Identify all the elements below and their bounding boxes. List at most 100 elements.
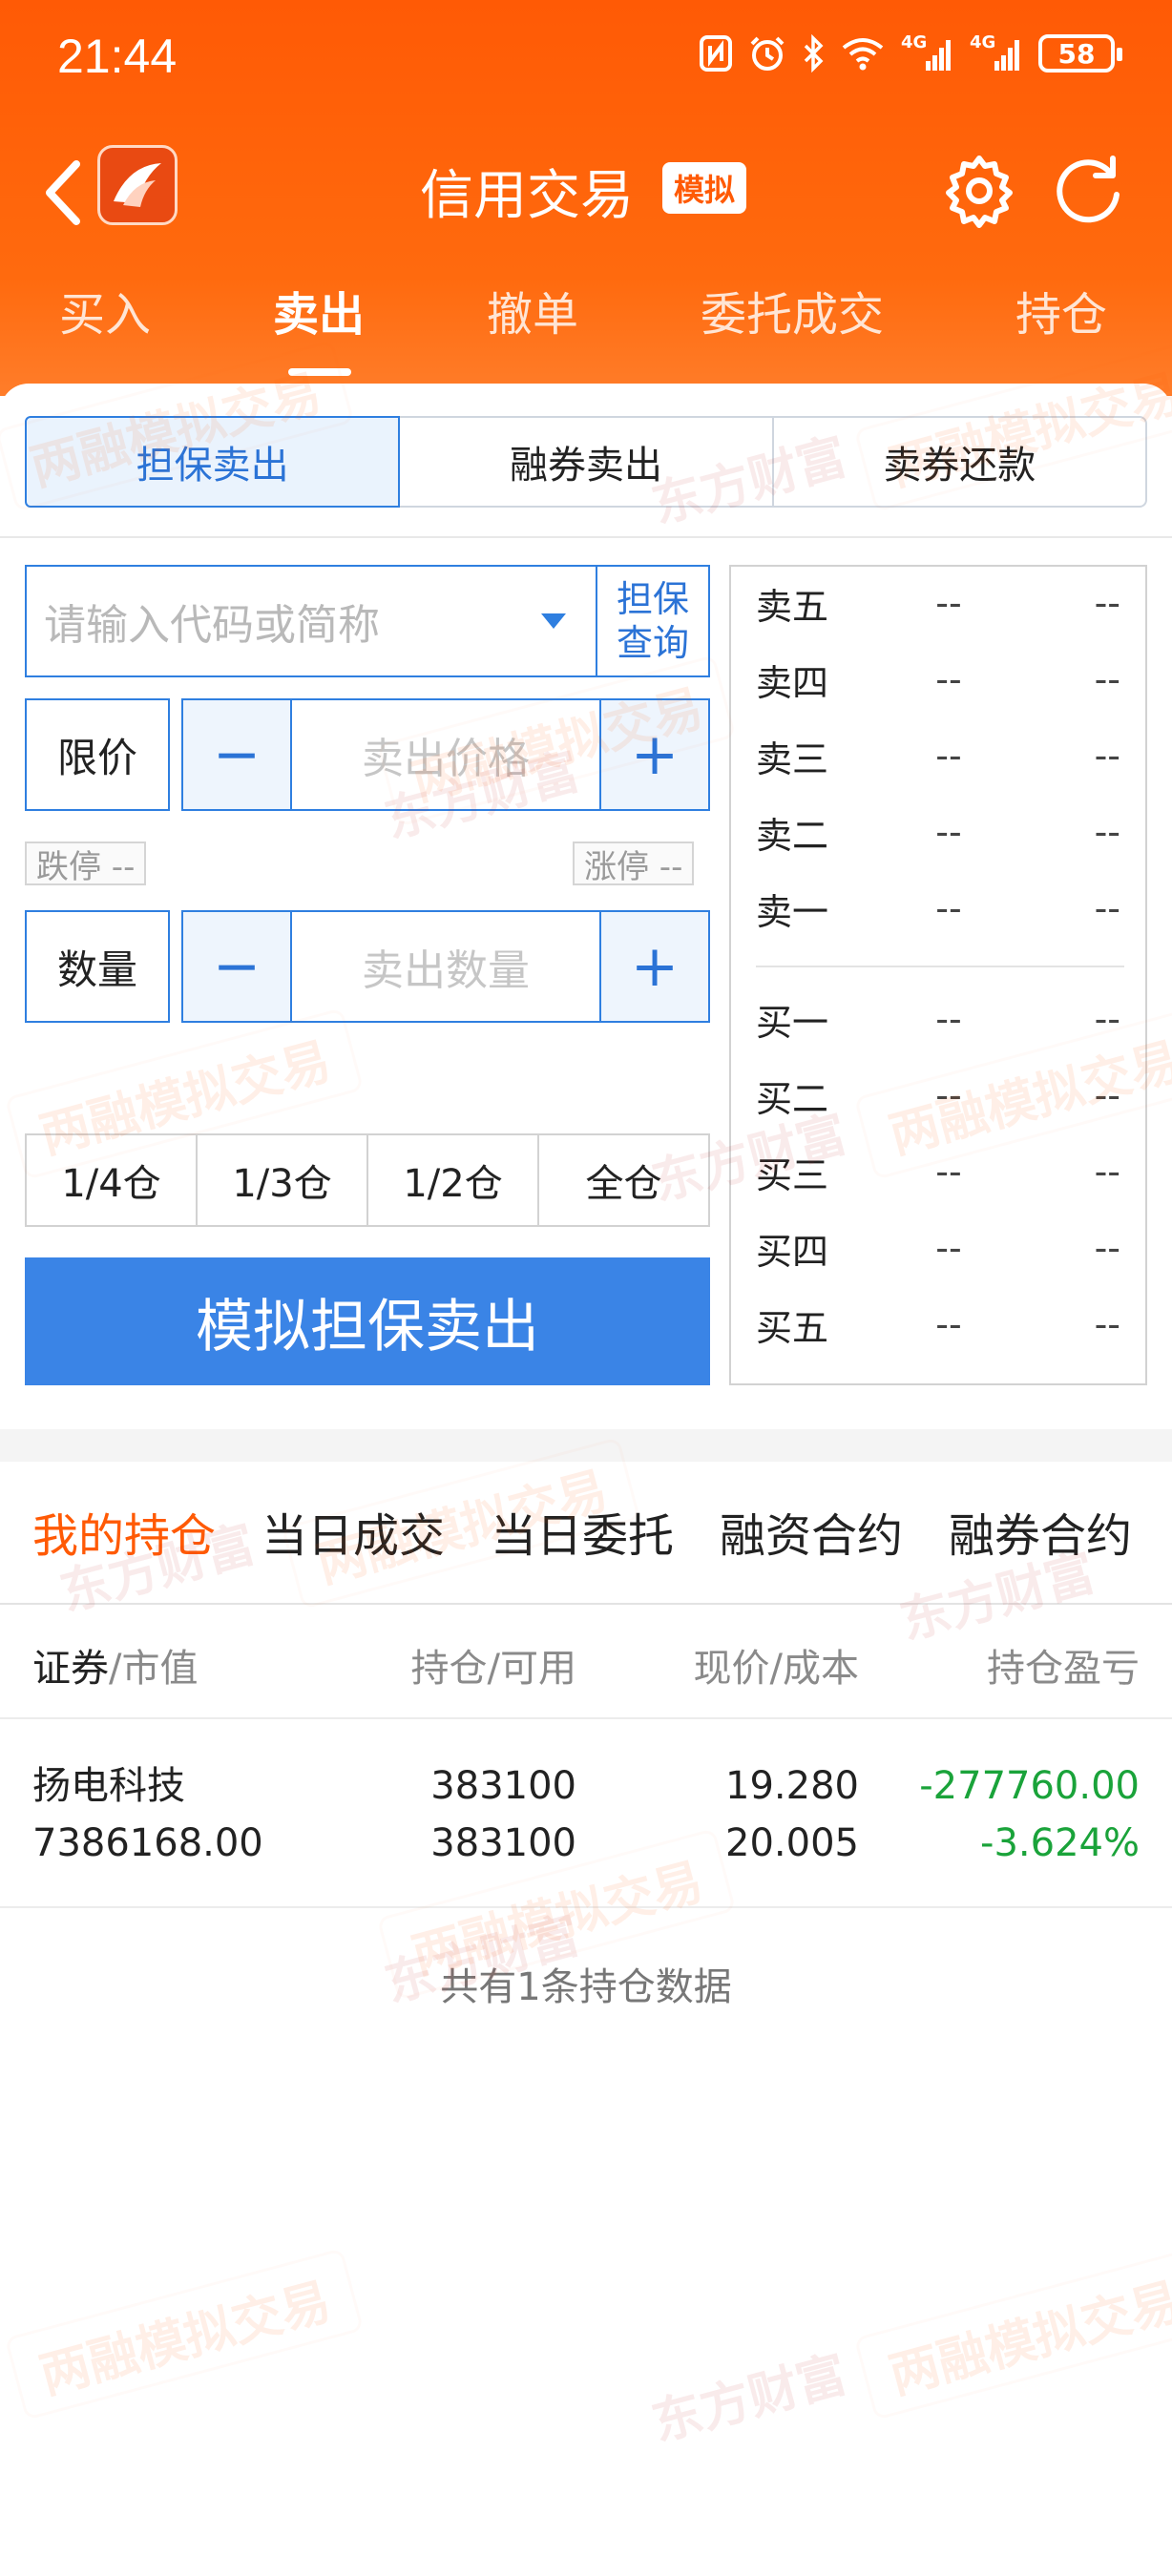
ask-price[interactable]: -- xyxy=(893,811,1004,853)
query-label-line1: 担保 xyxy=(616,578,689,620)
code-placeholder[interactable]: 请输入代码或简称 xyxy=(27,567,512,675)
quantity-input[interactable]: 卖出数量 xyxy=(292,912,599,1021)
quantity-stepper: − 卖出数量 + xyxy=(181,910,710,1023)
header-security: 证券/市值 xyxy=(32,1637,198,1693)
limit-down-tag[interactable]: 跌停 -- xyxy=(25,841,147,886)
alarm-icon xyxy=(750,36,785,71)
bid-price[interactable]: -- xyxy=(893,1303,1004,1345)
bid-price[interactable]: -- xyxy=(893,998,1004,1040)
quantity-decrease-button[interactable]: − xyxy=(183,912,292,1021)
watermark: 两融模拟交易 xyxy=(854,2248,1172,2420)
header-holding: 持仓/可用 xyxy=(410,1647,576,1691)
header-security-label: 证券 xyxy=(32,1647,109,1691)
price-type-selector[interactable]: 限价 xyxy=(25,698,170,811)
watermark: 东方财富 xyxy=(646,2345,853,2453)
cost-price: 20.005 xyxy=(725,1821,859,1865)
page-title: 信用交易 xyxy=(420,165,634,227)
bid-level-label: 买一 xyxy=(756,1001,829,1044)
app-header: 21:44 4G 4G 58 信用交易 模拟 买入 卖出 撤单 委托成交 持仓 xyxy=(0,0,1172,396)
positions-table-header: 证券/市值 持仓/可用 现价/成本 持仓盈亏 xyxy=(0,1630,1172,1696)
gear-icon[interactable] xyxy=(941,153,1017,229)
tab-sell[interactable]: 卖出 xyxy=(273,277,365,343)
ask-level-label: 卖五 xyxy=(756,585,829,628)
main-card: 担保卖出 融券卖出 卖券还款 请输入代码或简称 担保 查询 限价 − 卖出价格 … xyxy=(0,364,1172,2576)
tab-cancel[interactable]: 撤单 xyxy=(487,277,578,343)
status-time: 21:44 xyxy=(57,30,178,83)
bid-price[interactable]: -- xyxy=(893,1227,1004,1269)
divider xyxy=(0,1717,1172,1719)
query-label-line2: 查询 xyxy=(616,622,689,664)
wifi-icon xyxy=(842,38,884,71)
order-book-row: 卖四 -- -- xyxy=(731,641,1145,717)
bid-level-label: 买四 xyxy=(756,1230,829,1273)
order-book: 卖五 -- -- 卖四 -- -- 卖三 -- -- 卖二 -- -- 卖一 -… xyxy=(729,565,1147,1385)
order-book-row: 买五 -- -- xyxy=(731,1286,1145,1362)
header-market-value-label: /市值 xyxy=(109,1647,199,1691)
order-book-row: 卖三 -- -- xyxy=(731,717,1145,794)
tab-orders-fills[interactable]: 委托成交 xyxy=(701,277,884,343)
ask-volume: -- xyxy=(1094,582,1120,624)
back-icon[interactable] xyxy=(34,155,92,231)
stock-code-input[interactable]: 请输入代码或简称 担保 查询 xyxy=(25,565,710,677)
title-bar: 信用交易 模拟 xyxy=(0,124,1172,248)
quantity-increase-button[interactable]: + xyxy=(599,912,708,1021)
current-price: 19.280 xyxy=(725,1764,859,1808)
third-position-button[interactable]: 1/3仓 xyxy=(198,1135,368,1225)
signal-icon xyxy=(926,40,951,71)
market-value: 7386168.00 xyxy=(32,1821,263,1865)
security-name: 扬电科技 xyxy=(32,1764,185,1808)
signal-icon xyxy=(994,40,1019,71)
holding-qty: 383100 xyxy=(430,1764,576,1808)
ask-volume: -- xyxy=(1094,735,1120,777)
signal-1: 4G xyxy=(901,32,954,73)
simulation-badge: 模拟 xyxy=(662,162,747,214)
caret-down-icon xyxy=(541,613,566,629)
refresh-icon[interactable] xyxy=(1050,153,1126,229)
ask-volume: -- xyxy=(1094,811,1120,853)
ask-price[interactable]: -- xyxy=(893,658,1004,700)
header-price: 现价/成本 xyxy=(693,1647,859,1691)
status-icons: 4G 4G 58 xyxy=(699,32,1122,73)
dropdown-button[interactable] xyxy=(512,567,597,675)
limit-up-tag[interactable]: 涨停 -- xyxy=(573,841,695,886)
nfc-icon xyxy=(700,35,732,72)
ask-price[interactable]: -- xyxy=(893,887,1004,929)
divider xyxy=(0,536,1172,538)
bid-level-label: 买五 xyxy=(756,1306,829,1349)
ask-level-label: 卖三 xyxy=(756,737,829,780)
collateral-query-button[interactable]: 担保 查询 xyxy=(597,567,708,675)
half-position-button[interactable]: 1/2仓 xyxy=(368,1135,539,1225)
signal-2: 4G xyxy=(970,32,1023,73)
app-logo xyxy=(97,145,178,225)
ask-level-label: 卖四 xyxy=(756,661,829,704)
tab-margin-contracts[interactable]: 融资合约 xyxy=(720,1498,903,1565)
status-bar: 21:44 4G 4G 58 xyxy=(0,0,1172,114)
bid-volume: -- xyxy=(1094,1151,1120,1193)
ask-price[interactable]: -- xyxy=(893,735,1004,777)
bluetooth-icon xyxy=(804,34,824,73)
header-pnl: 持仓盈亏 xyxy=(987,1647,1140,1691)
order-book-row: 卖二 -- -- xyxy=(731,794,1145,870)
quantity-label: 数量 xyxy=(25,910,170,1023)
price-decrease-button[interactable]: − xyxy=(183,700,292,809)
bid-volume: -- xyxy=(1094,1303,1120,1345)
ask-volume: -- xyxy=(1094,887,1120,929)
order-book-divider xyxy=(756,966,1124,967)
order-book-row: 卖五 -- -- xyxy=(731,565,1145,641)
order-book-row: 卖一 -- -- xyxy=(731,870,1145,946)
submit-collateral-sell-button[interactable]: 模拟担保卖出 xyxy=(25,1257,710,1385)
watermark: 两融模拟交易 xyxy=(5,2248,365,2420)
bid-volume: -- xyxy=(1094,1227,1120,1269)
tab-holdings[interactable]: 持仓 xyxy=(1015,277,1107,343)
battery-icon: 58 xyxy=(1038,34,1122,73)
order-book-row: 买四 -- -- xyxy=(731,1210,1145,1286)
available-qty: 383100 xyxy=(430,1821,576,1865)
tab-buy[interactable]: 买入 xyxy=(59,277,151,343)
ask-level-label: 卖一 xyxy=(756,890,829,933)
position-pnl: -277760.00 xyxy=(919,1764,1140,1808)
ask-volume: -- xyxy=(1094,658,1120,700)
logo-icon xyxy=(114,163,161,207)
trade-tab-bar: 买入 卖出 撤单 委托成交 持仓 xyxy=(0,277,1172,382)
ask-level-label: 卖二 xyxy=(756,814,829,857)
ask-price[interactable]: -- xyxy=(893,582,1004,624)
